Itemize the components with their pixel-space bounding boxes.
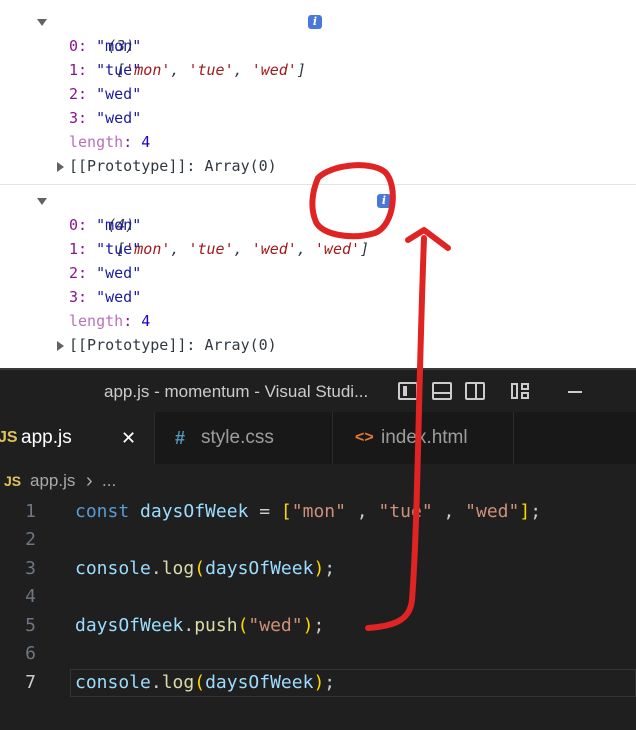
array-prototype[interactable]: [[Prototype]]: Array(0)	[69, 154, 277, 178]
code-line: 5 daysOfWeek.push("wed");	[0, 612, 636, 640]
toggle-panel-icon[interactable]	[432, 382, 452, 400]
javascript-file-icon: JS	[4, 473, 22, 489]
array-entry: 0: "mon"	[69, 216, 142, 234]
line-number: 3	[25, 558, 36, 579]
css-file-icon: #	[175, 428, 186, 448]
line-number: 4	[25, 586, 36, 607]
preview-item: 'tue'	[188, 61, 234, 79]
code-editor[interactable]: 1 const daysOfWeek = ["mon" , "tue" , "w…	[0, 498, 636, 730]
tab-label: style.css	[201, 427, 274, 448]
array-entry: 2: "wed"	[69, 264, 142, 282]
array-summary[interactable]: (4) ['mon', 'tue', 'wed', 'wed']	[53, 189, 369, 258]
editor-tabs: JS app.js ✕ # style.css <> index.html	[0, 412, 636, 464]
array-entry: 1: "tue"	[69, 240, 142, 258]
line-number: 5	[25, 615, 36, 636]
tab-label: app.js	[21, 427, 72, 448]
info-icon[interactable]: i	[308, 15, 322, 29]
expand-triangle-icon[interactable]	[57, 162, 64, 172]
minimize-icon[interactable]	[568, 391, 582, 393]
javascript-file-icon: JS	[0, 429, 18, 446]
toggle-primary-sidebar-icon[interactable]	[398, 382, 418, 400]
code-text: const daysOfWeek = ["mon" , "tue" , "wed…	[75, 501, 542, 522]
line-number: 1	[25, 501, 36, 522]
chevron-right-icon: ›	[86, 470, 93, 492]
line-number: 7	[25, 672, 36, 693]
tab-index-html[interactable]: <> index.html	[332, 412, 514, 464]
info-icon[interactable]: i	[377, 194, 391, 208]
array-entry: 1: "tue"	[69, 61, 142, 79]
array-entry: 0: "mon"	[69, 37, 142, 55]
expand-triangle-icon[interactable]	[57, 341, 64, 351]
console-log-entry-2: (4) ['mon', 'tue', 'wed', 'wed'] i 0: "m…	[0, 184, 636, 354]
expand-triangle-icon[interactable]	[37, 198, 47, 205]
tab-app-js[interactable]: JS app.js ✕	[0, 412, 154, 464]
window-title: app.js - momentum - Visual Studi...	[104, 382, 369, 401]
tab-style-css[interactable]: # style.css	[154, 412, 332, 464]
array-entry: 2: "wed"	[69, 85, 142, 103]
array-entry: 3: "wed"	[69, 288, 142, 306]
array-length: length: 4	[69, 133, 151, 151]
devtools-console: (3) ['mon', 'tue', 'wed'] i 0: "mon" 1: …	[0, 0, 636, 368]
title-bar: app.js - momentum - Visual Studi...	[0, 368, 636, 412]
code-line: 4	[0, 583, 636, 611]
code-text: daysOfWeek.push("wed");	[75, 615, 325, 636]
html-file-icon: <>	[355, 429, 374, 446]
code-line: 7 console.log(daysOfWeek);	[0, 669, 636, 697]
preview-item: 'wed'	[251, 240, 297, 258]
code-line: 2	[0, 526, 636, 554]
expand-triangle-icon[interactable]	[37, 19, 47, 26]
array-summary[interactable]: (3) ['mon', 'tue', 'wed']	[53, 10, 306, 79]
code-line: 6	[0, 640, 636, 668]
line-number: 6	[25, 643, 36, 664]
code-text: console.log(daysOfWeek);	[75, 672, 336, 693]
code-line: 3 console.log(daysOfWeek);	[0, 555, 636, 583]
close-icon[interactable]: ✕	[121, 412, 136, 464]
preview-item: 'wed'	[314, 240, 361, 258]
code-line: 1 const daysOfWeek = ["mon" , "tue" , "w…	[0, 498, 636, 526]
toggle-secondary-sidebar-icon[interactable]	[465, 382, 485, 400]
preview-item: 'wed'	[251, 61, 297, 79]
breadcrumb-more[interactable]: ...	[102, 464, 116, 498]
array-length: length: 4	[69, 312, 151, 330]
line-number: 2	[25, 529, 36, 550]
array-prototype[interactable]: [[Prototype]]: Array(0)	[69, 333, 277, 357]
breadcrumb-file[interactable]: app.js	[30, 464, 75, 498]
vscode-window: app.js - momentum - Visual Studi... JS a…	[0, 368, 636, 730]
tab-label: index.html	[381, 427, 468, 448]
breadcrumb: JS app.js › ...	[0, 464, 636, 498]
preview-item: 'tue'	[188, 240, 234, 258]
code-text: console.log(daysOfWeek);	[75, 558, 336, 579]
array-entry: 3: "wed"	[69, 109, 142, 127]
customize-layout-icon[interactable]	[511, 383, 531, 401]
